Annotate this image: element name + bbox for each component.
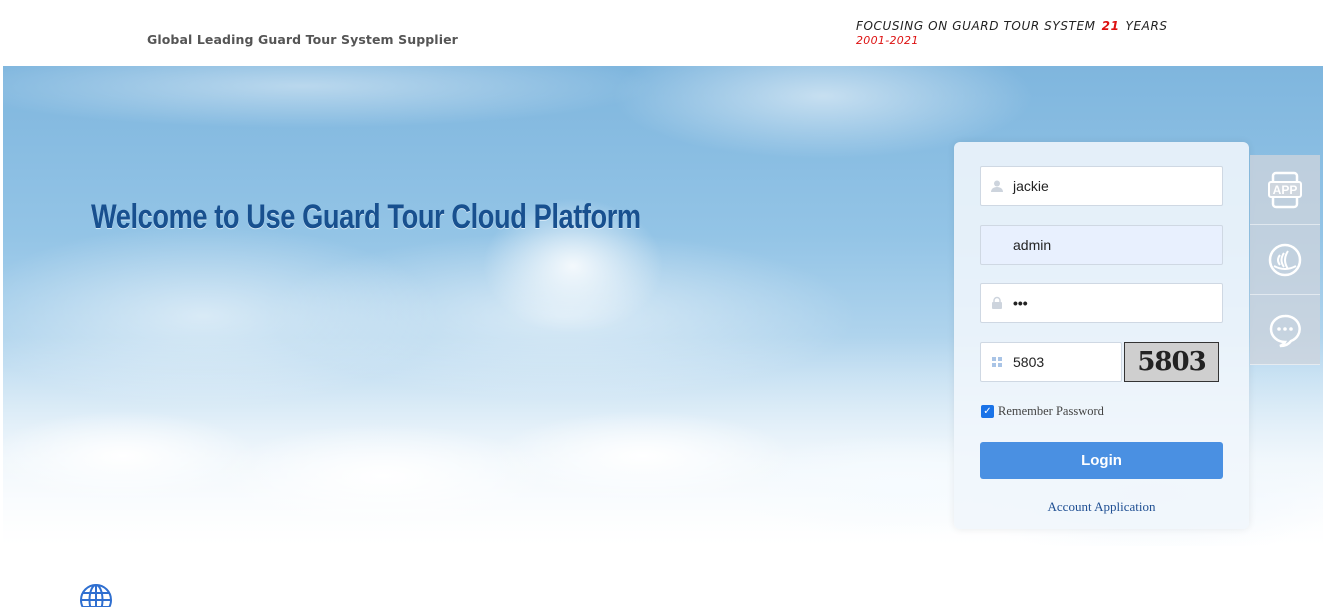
app-download-button[interactable]: APP xyxy=(1250,155,1320,225)
login-button[interactable]: Login xyxy=(980,442,1223,479)
side-toolbar: APP xyxy=(1250,155,1320,365)
grid-icon xyxy=(989,354,1005,370)
year-range: 2001-2021 xyxy=(856,34,919,47)
company-value: admin xyxy=(1013,237,1052,253)
nfc-button[interactable] xyxy=(1250,225,1320,295)
remember-checkbox[interactable]: ✓ xyxy=(981,405,994,418)
captcha-image[interactable]: 5803 xyxy=(1124,342,1219,382)
account-application-link[interactable]: Account Application xyxy=(954,499,1249,515)
focus-suffix: YEARS xyxy=(1125,19,1168,33)
focus-slogan: FOCUSING ON GUARD TOUR SYSTEM 21 YEARS xyxy=(856,19,1168,33)
years-number: 21 xyxy=(1101,19,1120,33)
globe-icon[interactable] xyxy=(79,583,113,607)
welcome-title: Welcome to Use Guard Tour Cloud Platform xyxy=(91,198,641,236)
top-header: Global Leading Guard Tour System Supplie… xyxy=(0,0,1323,66)
nfc-icon xyxy=(1268,243,1302,276)
chat-button[interactable] xyxy=(1250,295,1320,365)
remember-label: Remember Password xyxy=(998,404,1104,418)
company-tagline: Global Leading Guard Tour System Supplie… xyxy=(147,32,458,47)
chat-icon xyxy=(1269,314,1301,347)
focus-prefix: FOCUSING ON GUARD TOUR SYSTEM xyxy=(856,19,1096,33)
password-value: ••• xyxy=(1013,295,1028,311)
username-value: jackie xyxy=(1013,178,1049,194)
captcha-input[interactable]: 5803 xyxy=(980,342,1122,382)
password-field[interactable]: ••• xyxy=(980,283,1223,323)
company-field[interactable]: admin xyxy=(980,225,1223,265)
cloud-horse-image xyxy=(443,156,703,366)
app-icon: APP xyxy=(1268,171,1302,208)
lock-icon xyxy=(989,295,1005,311)
app-icon-label: APP xyxy=(1273,183,1298,197)
login-page: Global Leading Guard Tour System Supplie… xyxy=(0,0,1323,607)
login-panel: jackie admin ••• 5803 5803 ✓ Remember Pa… xyxy=(954,142,1249,529)
remember-password[interactable]: ✓ Remember Password xyxy=(981,404,1104,419)
captcha-input-value: 5803 xyxy=(1013,354,1045,370)
user-icon xyxy=(989,178,1005,194)
username-field[interactable]: jackie xyxy=(980,166,1223,206)
